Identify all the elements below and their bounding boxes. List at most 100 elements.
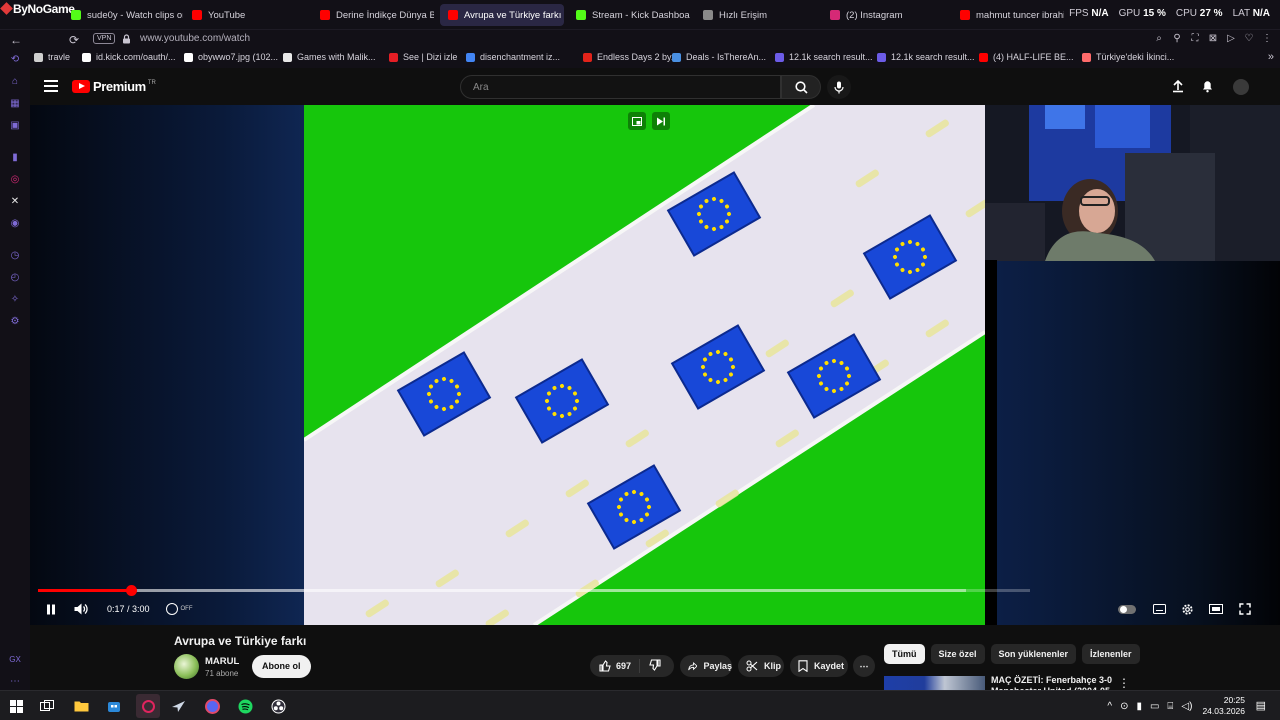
twitch-icon[interactable]: ▮ <box>9 152 21 164</box>
bookmark-item[interactable]: 12.1k search result... <box>775 52 873 62</box>
chip-all[interactable]: Tümü <box>884 644 925 664</box>
clip-button[interactable]: Klip <box>738 655 784 677</box>
account-avatar[interactable] <box>1233 79 1249 95</box>
bookmark-item[interactable]: Games with Malik... <box>283 52 376 62</box>
settings-gear-icon[interactable] <box>1178 601 1196 617</box>
tray-overflow-icon[interactable]: ^ <box>1107 701 1112 712</box>
notification-center-icon[interactable]: ▤ <box>1256 699 1266 712</box>
bookmark-item[interactable]: See | Dizi izle <box>389 52 457 62</box>
channel-avatar[interactable] <box>174 654 199 679</box>
sidebar-more-icon[interactable]: ⋯ <box>9 676 21 688</box>
browser-tab[interactable]: mahmut tuncer ibrahim tatl <box>952 4 1064 26</box>
recommendation-menu-icon[interactable]: ⋮ <box>1118 676 1130 690</box>
network-icon[interactable]: ⌸ <box>1167 701 1173 712</box>
fullscreen-icon[interactable] <box>1236 601 1254 617</box>
dislike-button[interactable] <box>640 659 661 673</box>
chip-watched[interactable]: İzlenenler <box>1082 644 1140 664</box>
zoom-icon[interactable]: ⌕ <box>1152 32 1166 46</box>
bookmark-label: disenchantment iz... <box>480 52 561 62</box>
subscribe-button[interactable]: Abone ol <box>252 655 311 678</box>
browser-tab[interactable]: Derine İndikçe Dünya Bir U <box>312 4 434 26</box>
browser-tab[interactable]: Hızlı Erişim <box>695 4 817 26</box>
bookmark-item[interactable]: Türkiye'deki İkinci... <box>1082 52 1174 62</box>
task-view-icon[interactable] <box>37 696 57 716</box>
instagram-icon[interactable]: ◎ <box>9 174 21 186</box>
gx-discord-icon[interactable]: ▦ <box>9 98 21 110</box>
gx-messenger-icon[interactable]: ▣ <box>9 120 21 132</box>
obs-icon[interactable] <box>268 696 288 716</box>
bookmark-item[interactable]: id.kick.com/oauth/... <box>82 52 176 62</box>
skip-next-icon[interactable] <box>652 112 670 130</box>
discord-icon[interactable]: ◉ <box>9 218 21 230</box>
more-actions-icon[interactable]: ⋯ <box>853 655 875 677</box>
pin-icon[interactable]: ⚲ <box>1170 32 1184 46</box>
heart-icon[interactable]: ♡ <box>1242 32 1256 46</box>
reload-icon[interactable]: ⟳ <box>66 32 82 48</box>
autoplay-switch[interactable] <box>1118 601 1136 617</box>
usb-icon[interactable]: ▭ <box>1150 701 1159 712</box>
search-input[interactable] <box>461 76 780 99</box>
file-explorer-icon[interactable] <box>71 696 91 716</box>
notifications-icon[interactable] <box>1201 79 1214 98</box>
guide-menu-icon[interactable] <box>44 80 58 94</box>
windows-start-icon[interactable] <box>6 696 26 716</box>
gx-corner-icon[interactable]: ⌂ <box>9 76 21 88</box>
browser-tab[interactable]: YouTube <box>184 4 294 26</box>
chip-recently-uploaded[interactable]: Son yüklenenler <box>990 644 1077 664</box>
volume-button[interactable] <box>72 601 90 617</box>
progress-bar[interactable] <box>38 585 1030 596</box>
browser-tab[interactable]: Avrupa ve Türkiye farkı <box>440 4 564 26</box>
browser-tab[interactable]: Stream - Kick Dashboard <box>568 4 690 26</box>
vpn-badge[interactable]: VPN <box>93 33 116 44</box>
share-button[interactable]: Paylaş <box>680 655 732 677</box>
microphone-tray-icon[interactable]: ▮ <box>1136 701 1142 712</box>
system-clock[interactable]: 20:25 24.03.2026 <box>1202 695 1245 717</box>
x-twitter-icon[interactable]: ✕ <box>9 196 21 208</box>
upload-icon[interactable] <box>1171 79 1185 98</box>
bookmark-item[interactable]: disenchantment iz... <box>466 52 560 62</box>
store-icon[interactable] <box>104 696 124 716</box>
bookmark-item[interactable]: Deals - IsThereAn... <box>672 52 766 62</box>
bookmark-item[interactable]: Endless Days 2 by... <box>583 52 678 62</box>
voice-search-button[interactable] <box>827 75 851 99</box>
menu-dots-icon[interactable]: ⋮ <box>1260 32 1274 46</box>
theater-mode-icon[interactable] <box>1207 601 1225 617</box>
player-icon[interactable]: ▷ <box>1224 32 1238 46</box>
discord-taskbar-icon[interactable] <box>202 696 222 716</box>
recommendation-thumbnail[interactable] <box>884 676 985 690</box>
save-button[interactable]: Kaydet <box>790 655 848 677</box>
video-player[interactable]: 0:17 / 3:00 OFF <box>30 105 1280 625</box>
chip-for-you[interactable]: Size özel <box>930 644 985 664</box>
miniplayer-icon[interactable] <box>628 112 646 130</box>
bookmarks-overflow-icon[interactable]: » <box>1268 51 1274 63</box>
shield-icon[interactable]: ⊠ <box>1206 32 1220 46</box>
subtitles-icon[interactable] <box>1150 601 1168 617</box>
pause-button[interactable] <box>43 601 59 617</box>
bookmark-item[interactable]: travle <box>34 52 70 62</box>
like-button[interactable]: 697 <box>590 659 640 673</box>
channel-name[interactable]: MARUL <box>205 656 239 667</box>
snapshot-icon[interactable]: ⛶ <box>1188 32 1202 46</box>
history-icon[interactable]: ◴ <box>9 272 21 284</box>
youtube-premium-logo[interactable]: Premium TR <box>72 79 156 94</box>
bookmark-item[interactable]: obywwo7.jpg (102... <box>184 52 278 62</box>
spotify-icon[interactable] <box>235 696 255 716</box>
lock-icon[interactable] <box>118 32 134 48</box>
back-icon[interactable]: ← <box>8 32 24 48</box>
meet-now-icon[interactable]: ⊙ <box>1120 701 1128 712</box>
steam-icon[interactable] <box>169 696 189 716</box>
speaker-icon[interactable]: ◁) <box>1181 701 1192 712</box>
gx-control-icon[interactable]: ⟲ <box>9 54 21 66</box>
autoplay-toggle[interactable]: OFF <box>164 601 194 617</box>
browser-tab[interactable]: sude0y - Watch clips on K <box>63 4 183 26</box>
settings-icon[interactable]: ⚙ <box>9 316 21 328</box>
bookmark-item[interactable]: (4) HALF-LIFE BE... <box>979 52 1074 62</box>
gx-logo-icon[interactable]: GX <box>9 654 21 666</box>
extensions-icon[interactable]: ✧ <box>9 294 21 306</box>
opera-gx-taskbar-icon[interactable] <box>136 694 160 718</box>
search-button[interactable] <box>781 75 821 99</box>
url-field[interactable]: www.youtube.com/watch <box>140 33 250 44</box>
player-sidebar-icon[interactable]: ◷ <box>9 250 21 262</box>
browser-tab[interactable]: (2) Instagram <box>822 4 948 26</box>
bookmark-item[interactable]: 12.1k search result... <box>877 52 975 62</box>
